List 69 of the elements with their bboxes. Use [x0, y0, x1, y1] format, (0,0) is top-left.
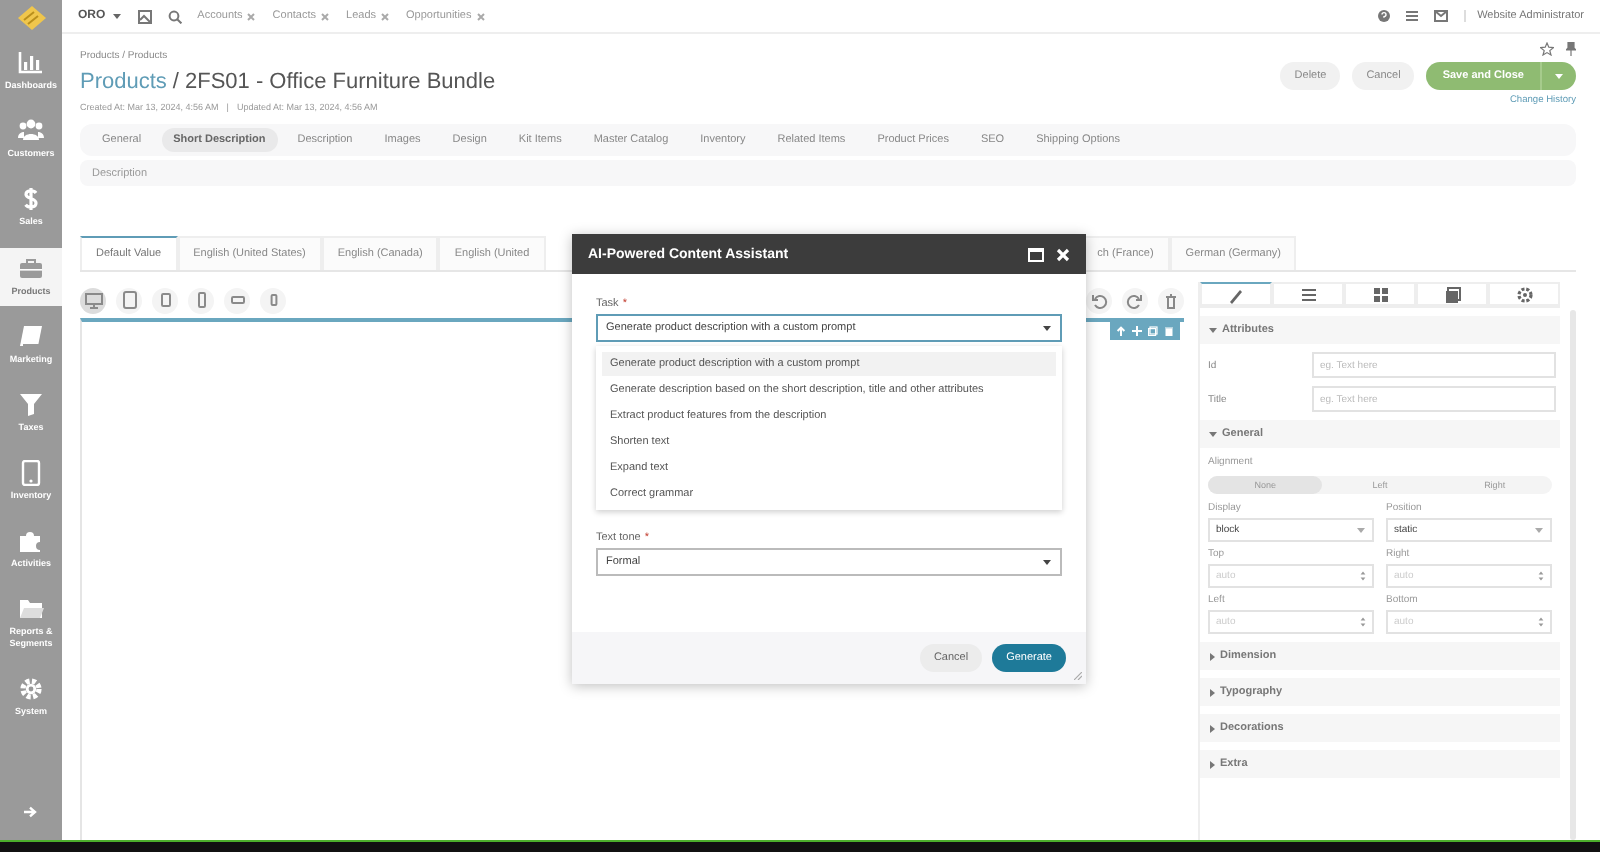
spinner-icon: [1360, 616, 1366, 628]
spinner-icon: [1538, 570, 1544, 582]
caret-icon: [1042, 558, 1052, 566]
undo-icon: [1090, 291, 1108, 309]
caret-icon: [1208, 723, 1216, 733]
logo-icon: [17, 5, 45, 29]
caret-icon: [111, 12, 122, 20]
help-icon: [1377, 10, 1390, 22]
desktop-icon: [83, 290, 103, 310]
phone-landscape-icon: [227, 290, 247, 310]
panel-tab[interactable]: [1200, 282, 1272, 306]
trash-icon: [1164, 326, 1174, 336]
arrow-right-icon: [24, 806, 38, 818]
device-button[interactable]: [152, 287, 178, 313]
dollar-icon: [18, 186, 44, 213]
title-separator: /: [172, 70, 179, 94]
undo-button[interactable]: [1086, 287, 1112, 313]
spinner-icon: [1360, 570, 1366, 582]
maximize-icon: [1028, 247, 1044, 261]
caret-icon: [1208, 687, 1216, 697]
delete-button[interactable]: [1158, 287, 1184, 313]
title-link[interactable]: Products: [80, 70, 167, 94]
device-button[interactable]: [80, 287, 106, 313]
close-icon: [1056, 247, 1070, 261]
gear-icon: [1513, 283, 1535, 305]
puzzle-icon: [18, 528, 44, 555]
caret-icon: [1208, 759, 1216, 769]
briefcase-icon: [18, 255, 44, 282]
list-icon: [1405, 10, 1418, 22]
bars-icon: [1297, 283, 1319, 305]
funnel-icon: [18, 391, 44, 418]
folder-icon: [18, 596, 44, 623]
caret-icon: [1208, 430, 1218, 438]
caret-icon: [1554, 72, 1564, 80]
move-icon: [1132, 326, 1142, 336]
close-icon: [475, 11, 486, 21]
copy-icon: [1148, 326, 1158, 336]
caret-icon: [1356, 526, 1366, 534]
trash-icon: [1162, 291, 1180, 309]
layers-icon: [1441, 283, 1463, 305]
caret-icon: [1208, 326, 1218, 334]
caret-icon: [1208, 651, 1216, 661]
chart-icon: [18, 50, 44, 76]
caret-icon: [1534, 526, 1544, 534]
spinner-icon: [1538, 616, 1544, 628]
gear-icon: [18, 675, 44, 702]
tablet-icon: [18, 460, 44, 487]
grid-icon: [1369, 283, 1391, 305]
star-icon: [1540, 42, 1554, 56]
page-title: 2FS01 - Office Furniture Bundle: [184, 70, 496, 94]
arrow-up-icon: [1116, 326, 1126, 336]
maximize-button[interactable]: [1028, 247, 1044, 261]
caret-icon: [1042, 324, 1052, 332]
redo-icon: [1126, 291, 1144, 309]
device-button[interactable]: [188, 287, 214, 313]
image-icon: [137, 9, 152, 23]
device-button[interactable]: [116, 287, 142, 313]
mail-icon: [1433, 10, 1448, 22]
search-icon: [167, 9, 182, 23]
close-icon: [320, 11, 331, 21]
users-icon: [18, 118, 44, 145]
close-button[interactable]: [1056, 247, 1070, 261]
redo-button[interactable]: [1122, 287, 1148, 313]
close-icon: [246, 11, 257, 21]
device-button[interactable]: [260, 287, 286, 313]
resize-grip-icon: [1074, 672, 1082, 680]
device-button[interactable]: [224, 287, 250, 313]
close-icon: [380, 11, 391, 21]
pin-icon: [1566, 42, 1576, 56]
